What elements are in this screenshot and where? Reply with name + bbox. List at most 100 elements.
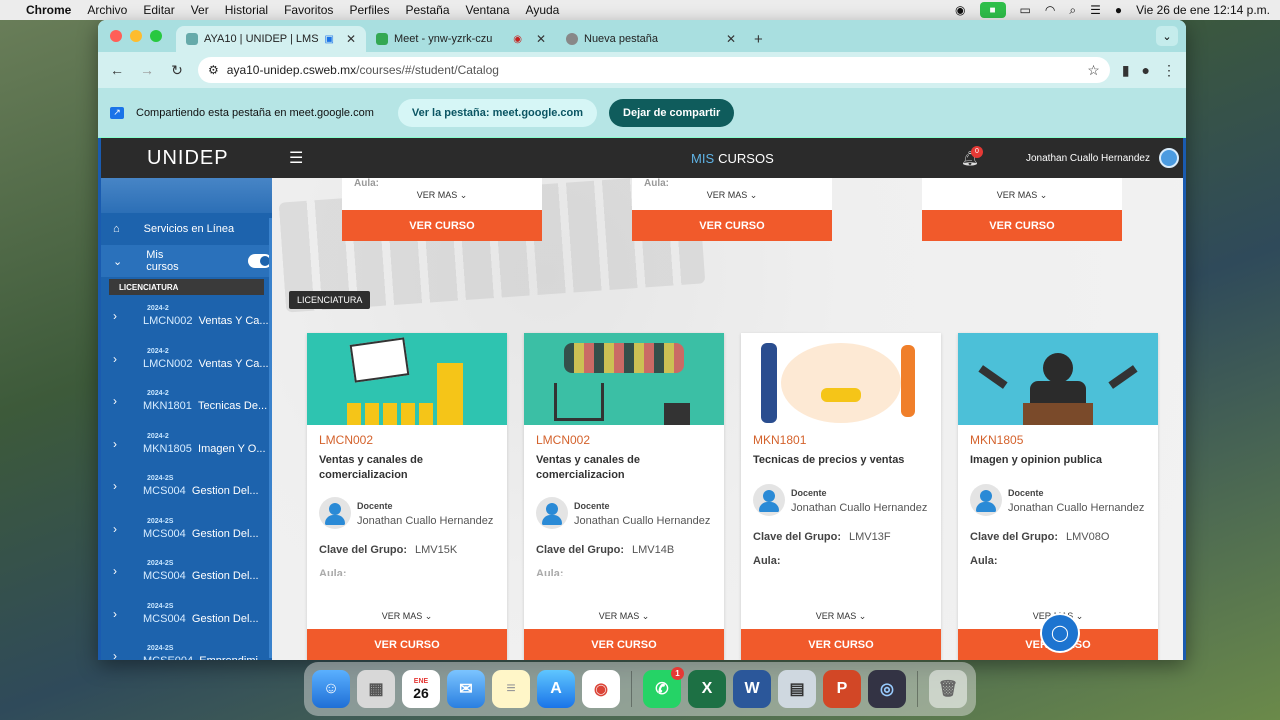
course-image[interactable] [307, 333, 507, 425]
chevron-down-icon: ⌄ [641, 611, 650, 621]
zoom-window-button[interactable] [150, 30, 162, 42]
battery-icon[interactable]: ▭ [1020, 3, 1031, 17]
siri-icon[interactable]: ● [1115, 3, 1122, 17]
powerpoint-icon[interactable]: P [823, 670, 861, 708]
whatsapp-badge: 1 [671, 667, 684, 680]
course-image[interactable] [741, 333, 941, 425]
ver-mas-link[interactable]: VER MAS ⌄ [922, 190, 1122, 201]
finder-icon[interactable]: ☺ [312, 670, 350, 708]
ver-curso-button[interactable]: VER CURSO [342, 210, 542, 241]
quicktime-icon[interactable]: ◎ [868, 670, 906, 708]
sidebar-course-item[interactable]: › 2024-2S MCS004 Gestion Del... [101, 593, 272, 636]
group-key: Clave del Grupo: LMV15K [319, 544, 495, 556]
aula-label: Aula: [319, 568, 347, 576]
wifi-icon[interactable]: ◠ [1045, 3, 1055, 17]
menu-datetime[interactable]: Vie 26 de ene 12:14 p.m. [1136, 3, 1270, 17]
sidebar-course-item[interactable]: › 2024-2 LMCN002 Ventas Y Ca... [101, 338, 272, 381]
back-arrow-icon[interactable]: ← [108, 62, 126, 78]
menu-archivo[interactable]: Archivo [87, 3, 127, 17]
ver-curso-button[interactable]: VER CURSO [632, 210, 832, 241]
menu-app-name[interactable]: Chrome [26, 3, 71, 17]
side-panel-icon[interactable]: ▮ [1122, 62, 1130, 79]
ver-curso-button[interactable]: VER CURSO [741, 629, 941, 660]
menu-perfiles[interactable]: Perfiles [349, 3, 389, 17]
app-store-icon[interactable]: A [537, 670, 575, 708]
view-shared-tab-button[interactable]: Ver la pestaña: meet.google.com [397, 98, 598, 127]
notes-icon[interactable]: ≡ [492, 670, 530, 708]
forward-arrow-icon[interactable]: → [138, 62, 156, 78]
sidebar-course-item[interactable]: › 2024-2 LMCN002 Ventas Y Ca... [101, 295, 272, 338]
menu-pestana[interactable]: Pestaña [405, 3, 449, 17]
sidebar-course-item[interactable]: › 2024-2S MCS004 Gestion Del... [101, 465, 272, 508]
sidebar-item-servicios[interactable]: ⌂ Servicios en Línea [101, 213, 272, 245]
ver-curso-button[interactable]: VER CURSO [307, 629, 507, 660]
sidebar-item-mis-cursos[interactable]: ⌄ Mis cursos [101, 245, 272, 277]
menu-ayuda[interactable]: Ayuda [526, 3, 560, 17]
tab-lms[interactable]: AYA10 | UNIDEP | LMS ▣ ✕ [176, 26, 366, 52]
sidebar-header [101, 178, 272, 213]
address-bar[interactable]: ⚙ aya10-unidep.csweb.mx/courses/#/studen… [198, 57, 1110, 83]
new-tab-button[interactable]: + [746, 26, 771, 52]
profile-avatar-icon[interactable]: ● [1142, 62, 1150, 78]
excel-icon[interactable]: X [688, 670, 726, 708]
course-code: MKN1805 [143, 442, 192, 455]
ver-curso-button[interactable]: VER CURSO [922, 210, 1122, 241]
trash-icon[interactable]: 🗑︎ [929, 670, 967, 708]
sidebar-course-item[interactable]: › 2024-2 MKN1805 Imagen Y O... [101, 423, 272, 466]
ver-mas-link[interactable]: VER MAS ⌄ [342, 190, 542, 201]
word-icon[interactable]: W [733, 670, 771, 708]
search-icon[interactable]: ⌕ [1069, 3, 1076, 18]
unidep-logo[interactable]: UNIDEP [147, 147, 267, 170]
camera-icon[interactable]: ■ [979, 2, 1006, 18]
close-tab-icon[interactable]: ✕ [536, 32, 546, 46]
menu-historial[interactable]: Historial [225, 3, 268, 17]
share-screen-icon: ↗ [110, 106, 124, 119]
menu-ventana[interactable]: Ventana [466, 3, 510, 17]
ver-mas-label: VER MAS [815, 611, 857, 621]
chevron-right-icon: › [113, 479, 117, 494]
ver-mas-link[interactable]: VER MAS ⌄ [524, 611, 724, 622]
tab-new[interactable]: Nueva pestaña ✕ [556, 26, 746, 52]
whatsapp-icon[interactable]: ✆ 1 [643, 667, 684, 708]
launchpad-icon[interactable]: ▦ [357, 670, 395, 708]
tab-meet[interactable]: Meet - ynw-yzrk-czu ◉ ✕ [366, 26, 556, 52]
record-icon[interactable]: ◉ [955, 3, 965, 17]
course-image[interactable] [524, 333, 724, 425]
ver-mas-label: VER MAS [416, 190, 458, 200]
chrome-icon[interactable]: ◉ [582, 670, 620, 708]
reload-icon[interactable]: ↻ [168, 62, 186, 79]
group-key-value: LMV13F [849, 531, 891, 543]
preview-icon[interactable]: ▤ [778, 670, 816, 708]
close-tab-icon[interactable]: ✕ [726, 32, 736, 46]
ver-curso-button[interactable]: VER CURSO [524, 629, 724, 660]
tab-search-chevron-icon[interactable]: ⌄ [1156, 26, 1178, 46]
ver-mas-link[interactable]: VER MAS ⌄ [741, 611, 941, 622]
menu-editar[interactable]: Editar [143, 3, 174, 17]
user-name[interactable]: Jonathan Cuallo Hernandez [1026, 153, 1150, 164]
sidebar-course-item[interactable]: › 2024-2S MCSE004 Emprendimi... [101, 635, 272, 660]
course-image[interactable] [958, 333, 1158, 425]
sidebar-course-item[interactable]: › 2024-2 MKN1801 Tecnicas De... [101, 380, 272, 423]
bookmark-star-icon[interactable]: ☆ [1087, 62, 1100, 79]
site-info-icon[interactable]: ⚙ [208, 63, 219, 77]
ver-mas-link[interactable]: VER MAS ⌄ [307, 611, 507, 622]
menu-favoritos[interactable]: Favoritos [284, 3, 333, 17]
course-semester: 2024-2S [147, 475, 174, 483]
close-window-button[interactable] [110, 30, 122, 42]
user-avatar[interactable] [1159, 148, 1179, 168]
hamburger-menu-icon[interactable]: ☰ [289, 148, 303, 168]
stop-sharing-button[interactable]: Dejar de compartir [609, 98, 735, 127]
close-tab-icon[interactable]: ✕ [346, 32, 356, 46]
mail-icon[interactable]: ✉ [447, 670, 485, 708]
chat-support-button[interactable]: ◯ [1040, 613, 1080, 653]
control-center-icon[interactable]: ☰ [1090, 3, 1101, 17]
menu-ver[interactable]: Ver [191, 3, 209, 17]
sidebar-course-item[interactable]: › 2024-2S MCS004 Gestion Del... [101, 508, 272, 551]
sidebar-course-item[interactable]: › 2024-2S MCS004 Gestion Del... [101, 550, 272, 593]
notifications-bell-icon[interactable]: 🔔︎ 0 [961, 145, 983, 167]
calendar-icon[interactable]: ENE 26 [402, 670, 440, 708]
more-menu-icon[interactable]: ⋮ [1162, 62, 1176, 79]
aula-label: Aula: [970, 555, 998, 567]
ver-mas-link[interactable]: VER MAS ⌄ [632, 190, 832, 201]
minimize-window-button[interactable] [130, 30, 142, 42]
